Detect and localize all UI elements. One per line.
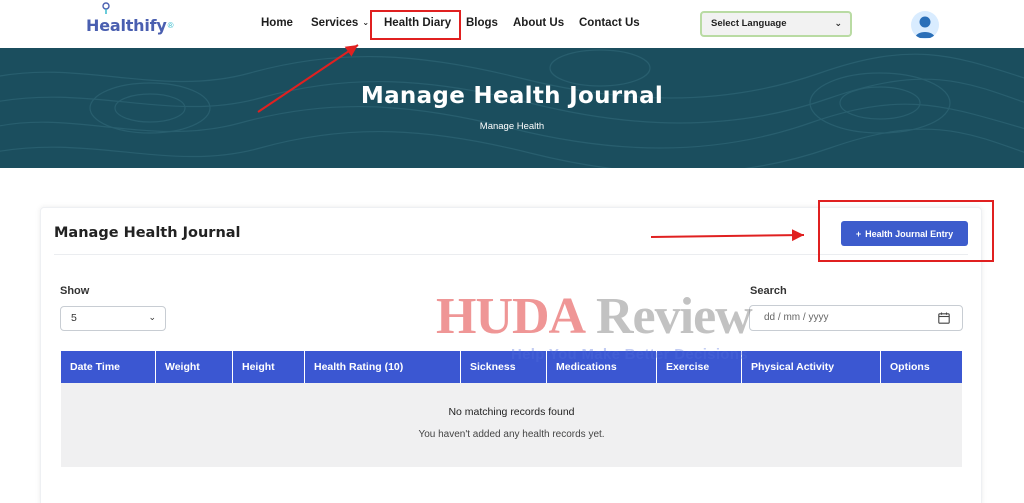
nav-home[interactable]: Home (261, 17, 293, 29)
column-header[interactable]: Options (881, 351, 962, 383)
watermark-tagline: Help You Make Better Decisions (511, 346, 748, 363)
user-avatar[interactable] (911, 11, 939, 39)
language-select[interactable]: Select Language ⌄ (700, 11, 852, 37)
page-hero-banner: Manage Health Journal Manage Health (0, 48, 1024, 168)
show-label: Show (60, 285, 90, 297)
brand-mark: ® (167, 20, 174, 30)
health-journal-table: Date Time Weight Height Health Rating (1… (61, 351, 962, 467)
watermark: HUDA Review Help You Make Better Decisio… (436, 288, 816, 364)
user-icon (915, 16, 935, 38)
chevron-down-icon: ⌄ (148, 312, 156, 322)
brand-name: Healthify (86, 15, 167, 35)
highlight-box-add-button (818, 200, 994, 262)
page-title: Manage Health Journal (360, 83, 664, 109)
nav-services[interactable]: Services ⌄ (311, 17, 369, 29)
card-title: Manage Health Journal (54, 225, 241, 241)
nav-contact-us[interactable]: Contact Us (579, 17, 640, 29)
chevron-down-icon: ⌄ (362, 18, 370, 27)
top-navbar: Healthify ® Home Services ⌄ Health Diary B… (0, 0, 1024, 48)
nav-blogs[interactable]: Blogs (466, 17, 498, 29)
nav-about-us[interactable]: About Us (513, 17, 564, 29)
calendar-icon[interactable] (938, 312, 950, 324)
column-header[interactable]: Height (233, 351, 305, 383)
entries-per-page-value: 5 (71, 312, 77, 324)
breadcrumb: Manage Health (479, 121, 545, 132)
empty-state-title: No matching records found (448, 406, 575, 418)
watermark-brand-b: Review (596, 288, 753, 345)
column-header[interactable]: Physical Activity (742, 351, 881, 383)
nav-services-label: Services (311, 17, 359, 29)
highlight-box-health-diary (370, 10, 461, 40)
chevron-down-icon: ⌄ (834, 18, 842, 28)
language-select-value: Select Language (711, 18, 787, 29)
leaf-icon (102, 2, 110, 14)
table-body-empty: No matching records found You haven't ad… (61, 383, 962, 467)
column-header[interactable]: Health Rating (10) (305, 351, 461, 383)
entries-per-page-select[interactable]: 5 ⌄ (60, 306, 166, 331)
empty-state-message: You haven't added any health records yet… (418, 429, 605, 440)
brand-logo[interactable]: Healthify ® (86, 2, 174, 38)
watermark-brand-a: HUDA (436, 288, 586, 345)
column-header[interactable]: Weight (156, 351, 233, 383)
column-header[interactable]: Date Time (61, 351, 156, 383)
